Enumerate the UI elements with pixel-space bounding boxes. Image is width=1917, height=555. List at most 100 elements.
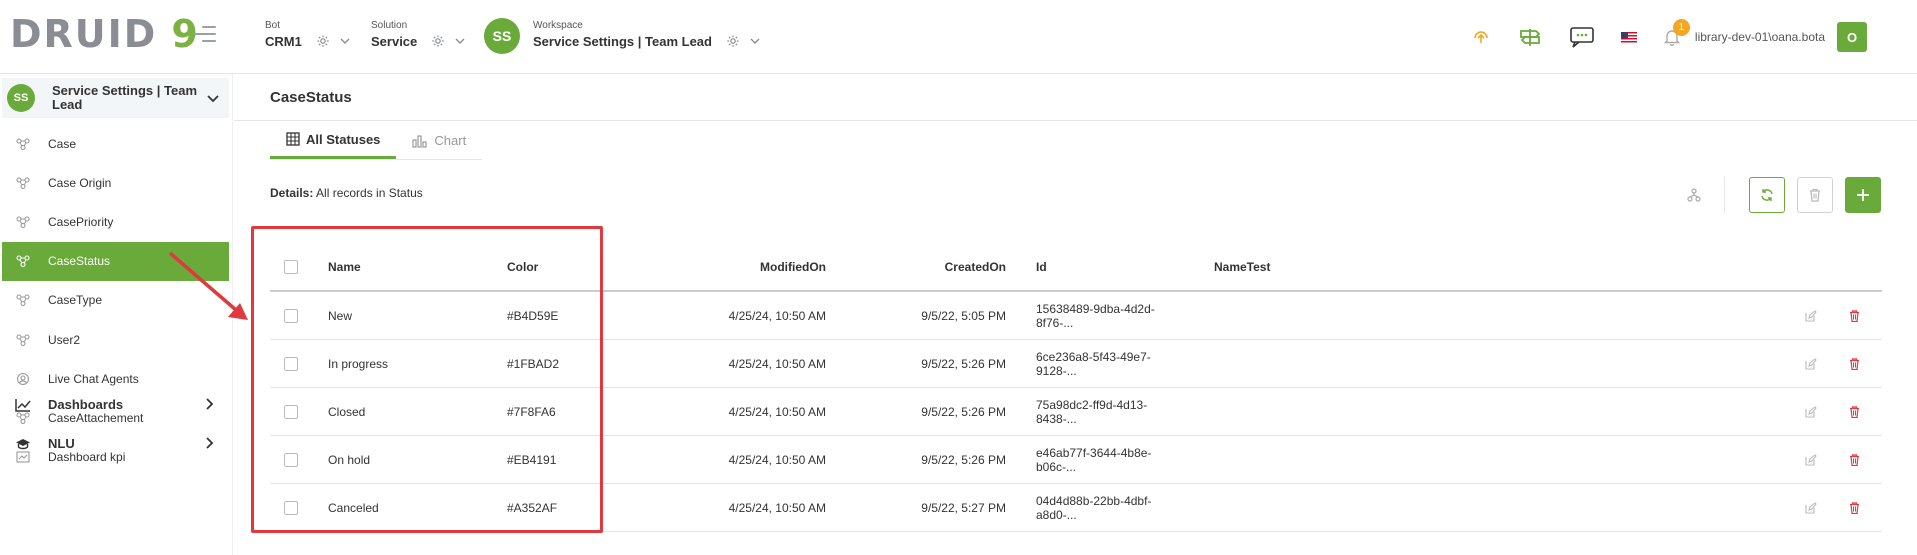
table-row[interactable]: Canceled #A352AF 4/25/24, 10:50 AM 9/5/22, …: [270, 484, 1882, 532]
delete-icon[interactable]: [1849, 405, 1860, 418]
notification-badge: 1: [1672, 19, 1690, 36]
cell-modifiedon: 4/25/24, 10:50 AM: [728, 356, 826, 371]
cell-color: #EB4191: [507, 452, 557, 467]
column-header-createdon[interactable]: CreatedOn: [826, 260, 1006, 274]
notification-bell-icon[interactable]: 1: [1663, 19, 1690, 46]
workspace-label: Workspace: [533, 20, 583, 31]
sidebar-item-label: CasePriority: [48, 214, 114, 229]
chat-bot-icon[interactable]: [1569, 26, 1595, 48]
signpost-icon[interactable]: [1517, 27, 1543, 47]
workspace-value: Service Settings | Team Lead: [533, 34, 712, 49]
cell-name: In progress: [328, 356, 389, 371]
sidebar-group-nlu[interactable]: NLU: [2, 424, 229, 463]
logo-text: DRUID: [10, 12, 158, 56]
cell-name: New: [328, 308, 353, 323]
gear-icon[interactable]: [726, 34, 740, 48]
add-record-button[interactable]: [1845, 177, 1881, 213]
records-table: Name Color ModifiedOn CreatedOn Id NameT…: [270, 244, 1882, 532]
tab-chart[interactable]: Chart: [396, 122, 482, 159]
delete-icon[interactable]: [1849, 309, 1860, 322]
table-row[interactable]: In progress #1FBAD2 4/25/24, 10:50 AM 9/5/2…: [270, 340, 1882, 388]
refresh-icon: [1761, 189, 1773, 201]
sidebar-item-case-origin[interactable]: Case Origin: [2, 163, 229, 202]
chevron-right-icon[interactable]: [205, 436, 215, 450]
edit-icon[interactable]: [1805, 405, 1817, 418]
row-checkbox[interactable]: [284, 452, 298, 467]
solution-selector[interactable]: Solution Service: [371, 20, 465, 49]
hierarchy-icon[interactable]: [1682, 183, 1706, 207]
edit-icon[interactable]: [1805, 501, 1817, 514]
sidebar-group-dashboards[interactable]: Dashboards: [2, 385, 229, 424]
bot-value: CRM1: [265, 34, 302, 49]
tab-label: All Statuses: [306, 131, 381, 147]
cell-id: 04d4d88b-22bb-4dbf-a8d0-...: [1036, 493, 1152, 522]
row-checkbox[interactable]: [284, 404, 298, 419]
edit-icon[interactable]: [1805, 309, 1817, 322]
chevron-down-icon[interactable]: [455, 36, 465, 46]
user-avatar[interactable]: O: [1837, 22, 1867, 52]
sidebar-item-casepriority[interactable]: CasePriority: [2, 202, 229, 241]
gear-icon[interactable]: [431, 34, 445, 48]
chevron-right-icon[interactable]: [205, 397, 215, 411]
cell-color: #A352AF: [507, 500, 558, 515]
table-actions: [1682, 177, 1881, 213]
cell-modifiedon: 4/25/24, 10:50 AM: [728, 308, 826, 323]
agent-icon: [15, 372, 31, 386]
plus-icon: [1857, 189, 1869, 201]
delete-icon[interactable]: [1849, 357, 1860, 370]
grid-icon: [286, 132, 300, 146]
chevron-down-icon[interactable]: [750, 36, 760, 46]
publish-icon[interactable]: [1471, 27, 1491, 47]
graduation-cap-icon: [15, 438, 31, 450]
table-row[interactable]: On hold #EB4191 4/25/24, 10:50 AM 9/5/22, 5…: [270, 436, 1882, 484]
cell-createdon: 9/5/22, 5:26 PM: [921, 452, 1006, 467]
sidebar-item-label: CaseStatus: [48, 254, 111, 269]
sidebar-workspace[interactable]: SS Service Settings | Team Lead: [2, 78, 229, 118]
column-header-nametest[interactable]: NameTest: [1184, 260, 1744, 274]
bot-selector[interactable]: Bot CRM1: [265, 20, 350, 49]
row-checkbox[interactable]: [284, 308, 298, 323]
page-title: CaseStatus: [270, 89, 352, 106]
tab-all-statuses[interactable]: All Statuses: [270, 122, 397, 159]
row-checkbox[interactable]: [284, 500, 298, 515]
cell-id: 75a98dc2-ff9d-4d13-8438-...: [1036, 397, 1148, 426]
table-row[interactable]: Closed #7F8FA6 4/25/24, 10:50 AM 9/5/22, 5:…: [270, 388, 1882, 436]
column-header-color[interactable]: Color: [507, 260, 686, 274]
row-checkbox[interactable]: [284, 356, 298, 371]
delete-icon[interactable]: [1849, 501, 1860, 514]
entity-icon: [15, 216, 31, 228]
entity-icon: [15, 177, 31, 189]
us-flag-icon[interactable]: [1620, 31, 1637, 43]
druid-logo[interactable]: DRUID 9: [10, 12, 198, 56]
user-name[interactable]: library-dev-01\oana.bota: [1695, 30, 1825, 44]
refresh-button[interactable]: [1749, 177, 1785, 213]
select-all-checkbox[interactable]: [284, 260, 298, 274]
edit-icon[interactable]: [1805, 453, 1817, 466]
table-row[interactable]: New #B4D59E 4/25/24, 10:50 AM 9/5/22, 5:05 …: [270, 292, 1882, 340]
cell-id: e46ab77f-3644-4b8e-b06c-...: [1036, 445, 1152, 474]
column-header-modifiedon[interactable]: ModifiedOn: [686, 260, 826, 274]
menu-toggle-icon[interactable]: [194, 26, 216, 44]
delete-selected-button[interactable]: [1797, 177, 1833, 213]
sidebar-item-casetype[interactable]: CaseType: [2, 281, 229, 320]
chevron-down-icon[interactable]: [340, 36, 350, 46]
workspace-avatar[interactable]: SS: [484, 18, 520, 54]
cell-id: 15638489-9dba-4d2d-8f76-...: [1036, 301, 1155, 330]
tab-bar: All Statuses Chart: [270, 122, 483, 160]
column-header-name[interactable]: Name: [328, 260, 507, 274]
sidebar-item-label: CaseType: [48, 293, 103, 308]
gear-icon[interactable]: [316, 34, 330, 48]
cell-color: #1FBAD2: [507, 356, 560, 371]
sidebar-item-case[interactable]: Case: [2, 124, 229, 163]
workspace-selector[interactable]: Workspace Service Settings | Team Lead: [533, 20, 760, 49]
entity-icon: [15, 333, 31, 346]
sidebar-item-casestatus[interactable]: CaseStatus: [2, 241, 229, 281]
cell-createdon: 9/5/22, 5:26 PM: [921, 404, 1006, 419]
sidebar-item-user2[interactable]: User2: [2, 320, 229, 359]
column-header-id[interactable]: Id: [1006, 260, 1184, 274]
chevron-down-icon[interactable]: [206, 93, 220, 103]
delete-icon[interactable]: [1849, 453, 1860, 466]
trash-icon: [1810, 188, 1820, 202]
edit-icon[interactable]: [1805, 357, 1817, 370]
sidebar-workspace-name: Service Settings | Team Lead: [52, 83, 198, 112]
